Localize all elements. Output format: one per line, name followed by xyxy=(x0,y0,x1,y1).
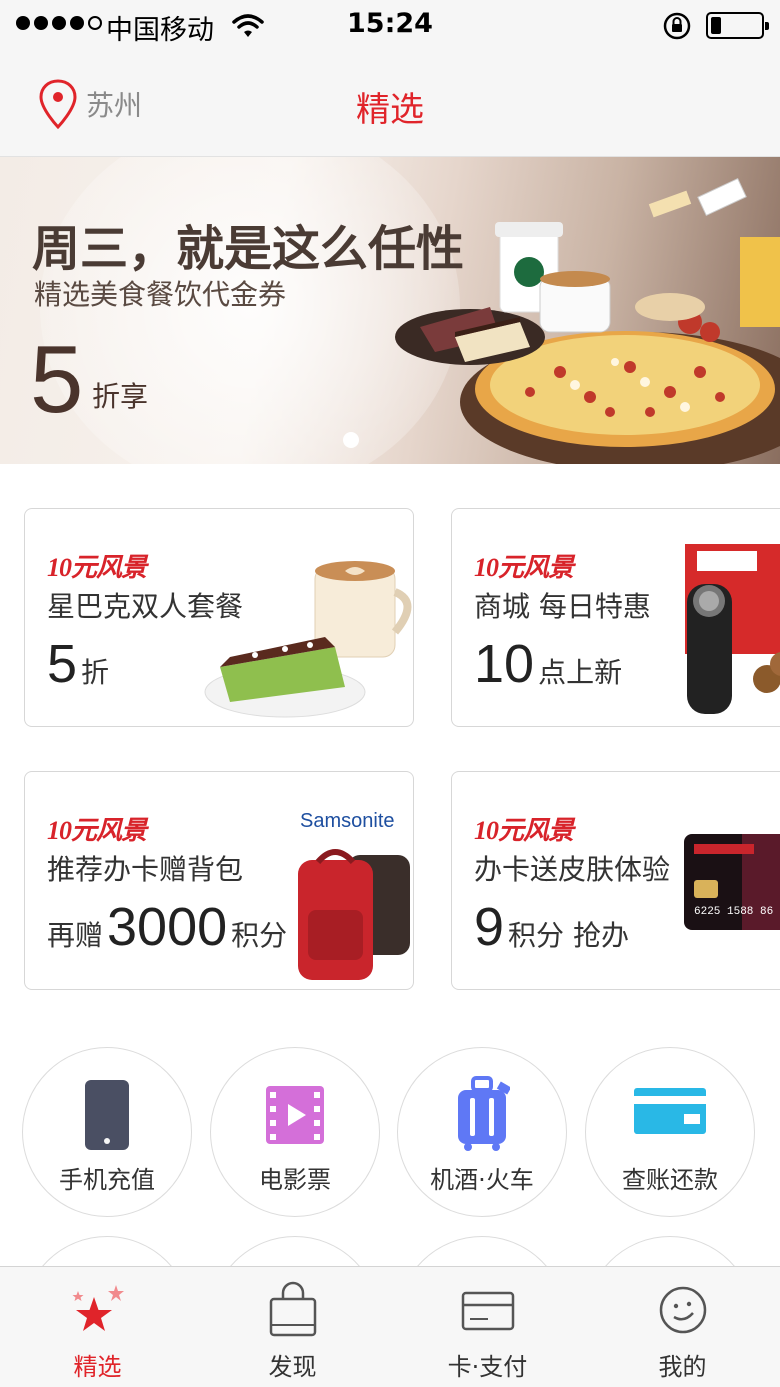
smiley-face-icon xyxy=(659,1286,706,1334)
coffee-cake-image xyxy=(204,561,412,718)
card-value: 10 点上新 xyxy=(474,637,622,691)
service-hotel-train[interactable]: 机酒·火车 xyxy=(397,1047,567,1217)
card-brand: 10元风景 xyxy=(47,816,147,845)
service-label: 电影票 xyxy=(259,1166,331,1194)
promo-banner[interactable]: 周三，就是这么任性 精选美食餐饮代金券 5 折享 xyxy=(0,157,780,464)
tab-label: 我的 xyxy=(658,1353,707,1381)
banner-page-indicator[interactable] xyxy=(343,432,359,448)
card-title: 推荐办卡赠背包 xyxy=(47,853,244,886)
card-brand: 10元风景 xyxy=(474,816,574,845)
banner-discount-value: 5 xyxy=(30,326,84,433)
card-value: 9 积分 抢办 xyxy=(474,900,629,954)
service-movie-ticket[interactable]: 电影票 xyxy=(210,1047,380,1217)
location-selector[interactable]: 苏州 xyxy=(36,78,142,130)
tab-label: 卡·支付 xyxy=(447,1353,528,1381)
card-icon xyxy=(461,1291,514,1331)
card-value-number: 10 xyxy=(474,634,535,694)
status-bar: 中国移动 15:24 xyxy=(0,0,780,52)
tab-label: 发现 xyxy=(268,1353,317,1381)
rotation-lock-icon xyxy=(663,12,691,40)
card-title: 商城 每日特惠 xyxy=(474,590,651,623)
tab-bar: 精选 发现 卡·支付 我的 xyxy=(0,1266,780,1387)
shopping-bag-icon xyxy=(269,1281,316,1337)
banner-subtitle: 精选美食餐饮代金券 xyxy=(34,278,287,311)
app-screen: 中国移动 15:24 苏州 精选 周三，就是这么任性 精选美食餐饮代金券 5 折… xyxy=(0,0,780,1387)
bank-card-icon xyxy=(634,1088,706,1134)
samsonite-logo: Samsonite xyxy=(300,810,395,832)
promo-card-credit-card[interactable]: 10元风景 办卡送皮肤体验 9 积分 抢办 6225 1588 86 xyxy=(451,771,780,990)
card-value-suffix: 积分 抢办 xyxy=(508,919,629,952)
battery-icon xyxy=(706,12,769,39)
service-label: 手机充值 xyxy=(59,1166,155,1194)
promo-card-starbucks[interactable]: 10元风景 星巴克双人套餐 5 折 xyxy=(24,508,414,727)
card-brand: 10元风景 xyxy=(474,553,574,582)
card-value-suffix: 点上新 xyxy=(538,656,623,689)
card-value: 再赠 3000 积分 xyxy=(47,900,287,954)
promo-card-mall[interactable]: 10元风景 商城 每日特惠 10 点上新 xyxy=(451,508,780,727)
location-pin-icon xyxy=(39,79,77,130)
card-value: 5 折 xyxy=(47,637,109,691)
service-label: 查账还款 xyxy=(622,1166,718,1194)
tab-discover[interactable]: 发现 xyxy=(195,1267,390,1387)
card-value-prefix: 再赠 xyxy=(47,919,104,952)
card-value-suffix: 折 xyxy=(81,656,110,689)
city-label: 苏州 xyxy=(86,89,143,122)
card-number: 6225 1588 86 xyxy=(694,906,773,918)
samsonite-backpack-image xyxy=(298,849,410,980)
shaver-products-image xyxy=(685,544,780,714)
promo-card-backpack[interactable]: 10元风景 推荐办卡赠背包 再赠 3000 积分 Samsonite xyxy=(24,771,414,990)
mobile-phone-icon xyxy=(85,1080,129,1150)
card-brand: 10元风景 xyxy=(47,553,147,582)
card-title: 办卡送皮肤体验 xyxy=(474,853,671,886)
tab-mine[interactable]: 我的 xyxy=(585,1267,780,1387)
film-ticket-icon xyxy=(266,1086,324,1144)
card-value-number: 5 xyxy=(47,634,78,694)
top-bar: 中国移动 15:24 苏州 精选 xyxy=(0,0,780,157)
card-value-suffix: 积分 xyxy=(231,919,288,952)
tab-label: 精选 xyxy=(73,1353,122,1381)
card-value-number: 9 xyxy=(474,897,505,957)
service-mobile-recharge[interactable]: 手机充值 xyxy=(22,1047,192,1217)
luggage-icon xyxy=(458,1076,510,1151)
battery-level xyxy=(711,17,721,34)
service-label: 机酒·火车 xyxy=(430,1166,534,1194)
food-image xyxy=(395,177,780,464)
credit-card-image: 6225 1588 86 xyxy=(684,834,780,930)
service-bill-repayment[interactable]: 查账还款 xyxy=(585,1047,755,1217)
stars-icon xyxy=(72,1285,124,1331)
tab-card-payment[interactable]: 卡·支付 xyxy=(390,1267,585,1387)
tab-featured[interactable]: 精选 xyxy=(0,1267,195,1387)
card-value-number: 3000 xyxy=(107,897,228,957)
banner-discount-unit: 折享 xyxy=(92,380,149,413)
